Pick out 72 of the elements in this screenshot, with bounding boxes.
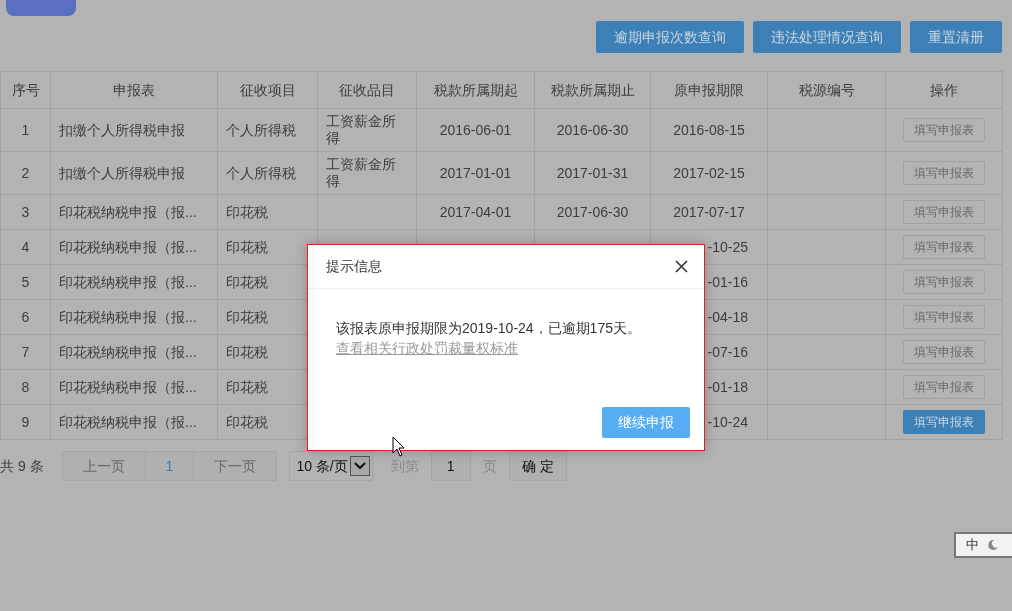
table-cell: 7 <box>21 343 30 360</box>
column-header: 申报表 <box>50 71 218 109</box>
table-cell: 印花税纳税申报（报... <box>59 308 197 325</box>
caret-icon <box>353 462 366 470</box>
table-cell: 3 <box>21 203 30 220</box>
column-header: 税款所属期止 <box>534 71 651 109</box>
table-cell: 印花税 <box>226 308 268 325</box>
column-header: 税源编号 <box>767 71 886 109</box>
table-cell: 2016-08-15 <box>673 121 745 138</box>
table-cell: 印花税纳税申报（报... <box>59 413 197 430</box>
close-icon[interactable] <box>675 260 688 273</box>
table-cell: 印花税纳税申报（报... <box>59 238 197 255</box>
table-cell: 2017-06-30 <box>556 203 629 220</box>
table-cell: -04-18 <box>707 308 748 325</box>
continue-button[interactable]: 继续申报 <box>602 407 690 438</box>
table-cell: -01-16 <box>707 273 748 290</box>
table-cell: 个人所得税 <box>226 121 296 138</box>
ime-toolbar[interactable]: 中 <box>954 532 1012 558</box>
table-cell: 工资薪金所得 <box>326 156 396 189</box>
table-cell: 印花税纳税申报（报... <box>59 343 197 360</box>
page-number[interactable]: 1 <box>144 451 195 481</box>
table-cell: 印花税 <box>226 413 268 430</box>
table-cell: -10-24 <box>707 413 748 430</box>
column-header: 序号 <box>0 71 51 109</box>
table-cell: 2017-01-31 <box>556 164 629 181</box>
toolbar-button[interactable]: 违法处理情况查询 <box>753 21 901 53</box>
table-cell: 扣缴个人所得税申报 <box>59 164 185 181</box>
confirm-button[interactable]: 确 定 <box>508 451 567 481</box>
table-cell: 2017-02-15 <box>673 164 745 181</box>
table-cell: 个人所得税 <box>226 164 296 181</box>
table-cell: 6 <box>21 308 30 325</box>
table-cell: 2 <box>21 164 30 181</box>
table-cell: 2017-04-01 <box>439 203 512 220</box>
table-cell: 扣缴个人所得税申报 <box>59 121 185 138</box>
dialog-message: 该报表原申报期限为2019-10-24，已逾期175天。 <box>336 319 642 338</box>
table-cell: 2017-01-01 <box>439 164 512 181</box>
column-header: 征收项目 <box>217 71 318 109</box>
table-cell: 8 <box>21 378 30 395</box>
table-cell: 5 <box>21 273 30 290</box>
dialog-title: 提示信息 <box>326 257 382 276</box>
toolbar-button[interactable]: 重置清册 <box>910 21 1002 53</box>
toolbar-button[interactable]: 逾期申报次数查询 <box>596 21 744 53</box>
table-cell: 9 <box>21 413 30 430</box>
table-cell: 工资薪金所得 <box>326 113 396 146</box>
table-cell: 4 <box>21 238 30 255</box>
table-cell: 印花税 <box>226 238 268 255</box>
table-cell: -07-16 <box>707 343 748 360</box>
table-cell: 1 <box>21 121 30 138</box>
ime-mode-label[interactable]: 中 <box>966 535 979 555</box>
fill-form-button[interactable]: 填写申报表 <box>903 410 985 434</box>
table-cell: 2017-07-17 <box>673 203 745 220</box>
moon-icon[interactable] <box>987 539 999 551</box>
table-cell: 印花税纳税申报（报... <box>59 203 197 220</box>
table-cell: 2016-06-01 <box>439 121 512 138</box>
table-cell: 印花税 <box>226 378 268 395</box>
table-cell: 印花税 <box>226 203 268 220</box>
column-header: 税款所属期起 <box>416 71 535 109</box>
table-cell: 2016-06-30 <box>556 121 629 138</box>
column-header: 操作 <box>885 71 1003 109</box>
table-cell: 印花税纳税申报（报... <box>59 378 197 395</box>
penalty-standard-link[interactable]: 查看相关行政处罚裁量权标准 <box>336 340 518 356</box>
table-cell: 印花税 <box>226 273 268 290</box>
page-input[interactable]: 1 <box>430 451 471 481</box>
table-cell: 印花税 <box>226 343 268 360</box>
table-cell: -10-25 <box>707 238 748 255</box>
page-size-select[interactable]: 10 条/页 <box>289 451 373 481</box>
total-count: 共 9 条 <box>0 456 44 476</box>
column-header: 征收品目 <box>317 71 417 109</box>
logo <box>6 0 76 16</box>
table-cell: 印花税纳税申报（报... <box>59 273 197 290</box>
column-header: 原申报期限 <box>650 71 768 109</box>
table-cell: -01-18 <box>707 378 748 395</box>
